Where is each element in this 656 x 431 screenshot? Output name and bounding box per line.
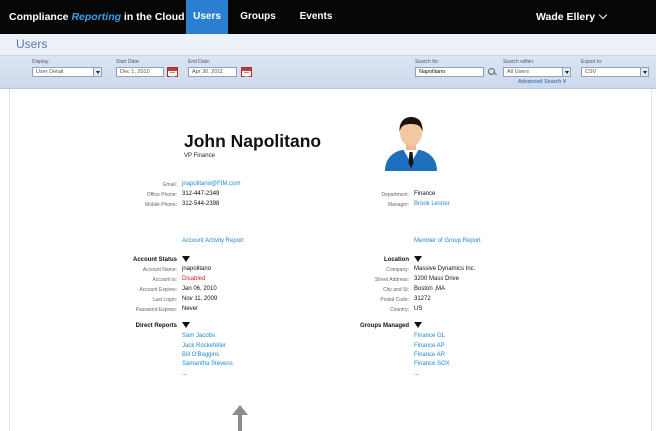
dropdown-arrow-icon	[562, 68, 570, 76]
end-calendar-icon[interactable]	[241, 67, 252, 77]
last-login-value: Nov 11, 2009	[182, 296, 218, 302]
direct-report-link[interactable]: Bill O'Baggins	[182, 352, 219, 358]
dropdown-arrow-icon	[93, 68, 101, 76]
search-within-value: All Users	[507, 69, 530, 75]
profile-name: John Napolitano	[184, 131, 322, 151]
company-label: Company:	[386, 267, 409, 273]
password-expires-label: Password Expires:	[135, 307, 177, 313]
mobile-phone-label: Mobile Phone:	[145, 202, 177, 208]
direct-reports-heading: Direct Reports	[135, 323, 177, 329]
export-value: CSV	[585, 69, 597, 75]
brand-text-tail: in the Cloud	[121, 11, 185, 23]
account-is-label: Account is:	[152, 277, 177, 283]
city-state-value: Boston ,MA	[414, 286, 446, 292]
street-address-value: 3200 Mass Drive	[414, 276, 460, 282]
advanced-search-label: Advanced Search	[518, 79, 562, 85]
start-date-input[interactable]: Dec 1, 2010	[116, 67, 164, 77]
top-nav-bar: Compliance Reporting in the Cloud Users …	[0, 0, 656, 34]
member-of-group-report-link[interactable]: Member of Group Report	[414, 238, 481, 244]
office-phone-label: Office Phone:	[146, 192, 177, 198]
manager-link[interactable]: Brook Lesner	[414, 201, 450, 207]
office-phone-value: 312-447-2349	[182, 191, 220, 197]
country-label: Country:	[390, 307, 409, 313]
search-input[interactable]: Napolitano	[415, 67, 484, 77]
account-status-heading: Account Status	[132, 257, 177, 263]
page-title-band: Users	[0, 34, 656, 56]
groups-managed-toggle-icon[interactable]	[414, 322, 422, 328]
direct-report-link[interactable]: Jack Rockefeller	[182, 343, 226, 349]
brand-accent-text: Reporting	[71, 11, 122, 23]
account-status-toggle-icon[interactable]	[182, 256, 190, 262]
search-icon[interactable]	[486, 67, 498, 77]
search-label: Search for:	[415, 59, 440, 65]
group-link[interactable]: Finance AR	[414, 352, 445, 358]
department-label: Department:	[381, 192, 409, 198]
postal-code-value: 31272	[414, 296, 431, 302]
company-value: Massive Dynamics Inc.	[414, 266, 476, 272]
search-within-label: Search within:	[503, 59, 535, 65]
chevron-down-icon	[598, 10, 608, 20]
export-label: Export to:	[581, 59, 603, 65]
groups-managed-more[interactable]: ...	[414, 371, 419, 377]
account-expires-label: Account Expires:	[139, 287, 177, 293]
dropdown-arrow-icon	[640, 68, 648, 76]
email-link[interactable]: jnapolitano@FIM.com	[182, 181, 240, 187]
postal-code-label: Postal Code:	[380, 297, 409, 303]
group-link[interactable]: Finance AP	[414, 343, 445, 349]
app-brand[interactable]: Compliance Reporting in the Cloud	[9, 11, 185, 23]
account-expires-value: Jan 06, 2010	[182, 286, 217, 292]
direct-reports-toggle-icon[interactable]	[182, 322, 190, 328]
export-select[interactable]: CSV	[581, 67, 649, 77]
account-status-value: Disabled	[182, 276, 206, 282]
manager-label: Manager:	[387, 202, 409, 208]
filter-toolbar: Display: User Detail Start Date: Dec 1, …	[0, 56, 656, 89]
start-calendar-icon[interactable]	[167, 67, 178, 77]
street-address-label: Street Address:	[374, 277, 409, 283]
advanced-search-link[interactable]: Advanced Search ¥	[518, 79, 566, 85]
display-select[interactable]: User Detail	[32, 67, 102, 77]
up-arrow-icon	[232, 405, 248, 431]
display-value: User Detail	[36, 69, 64, 75]
advanced-search-chevron-icon: ¥	[562, 79, 567, 85]
direct-reports-more[interactable]: ...	[182, 371, 187, 377]
tab-groups[interactable]: Groups	[236, 0, 280, 34]
groups-managed-heading: Groups Managed	[359, 323, 409, 329]
tab-users[interactable]: Users	[186, 0, 228, 34]
account-name-value: jnapolitano	[182, 266, 212, 272]
profile-job-title: VP Finance	[184, 153, 215, 159]
mobile-phone-value: 312-544-2398	[182, 201, 220, 207]
location-toggle-icon[interactable]	[414, 256, 422, 262]
group-link[interactable]: Finance GL	[414, 333, 445, 339]
end-date-label: End Date:	[188, 59, 211, 65]
user-avatar-icon	[385, 117, 437, 171]
account-name-label: Account Name:	[142, 267, 177, 273]
search-within-select[interactable]: All Users	[503, 67, 571, 77]
city-state-label: City and St:	[383, 287, 409, 293]
display-label: Display:	[32, 59, 50, 65]
password-expires-value: Never	[182, 306, 199, 312]
tab-events[interactable]: Events	[294, 0, 338, 34]
brand-text: Compliance	[9, 11, 72, 23]
direct-report-link[interactable]: Sam Jacobs	[182, 333, 215, 339]
group-link[interactable]: Finance SOX	[414, 361, 450, 367]
user-name: Wade Ellery	[536, 11, 596, 23]
last-login-label: Last Login:	[152, 297, 177, 303]
department-value: Finance	[414, 191, 436, 197]
user-menu[interactable]: Wade Ellery	[536, 10, 608, 23]
end-date-input[interactable]: Apr 30, 2011	[188, 67, 237, 77]
country-value: US	[414, 306, 423, 312]
account-activity-report-link[interactable]: Account Activity Report	[182, 238, 244, 244]
profile-panel	[9, 89, 652, 431]
email-label: Email:	[163, 182, 177, 188]
direct-report-link[interactable]: Samantha Stevens	[182, 361, 233, 367]
page-title: Users	[16, 37, 48, 51]
location-heading: Location	[384, 257, 409, 263]
start-date-label: Start Date:	[116, 59, 140, 65]
